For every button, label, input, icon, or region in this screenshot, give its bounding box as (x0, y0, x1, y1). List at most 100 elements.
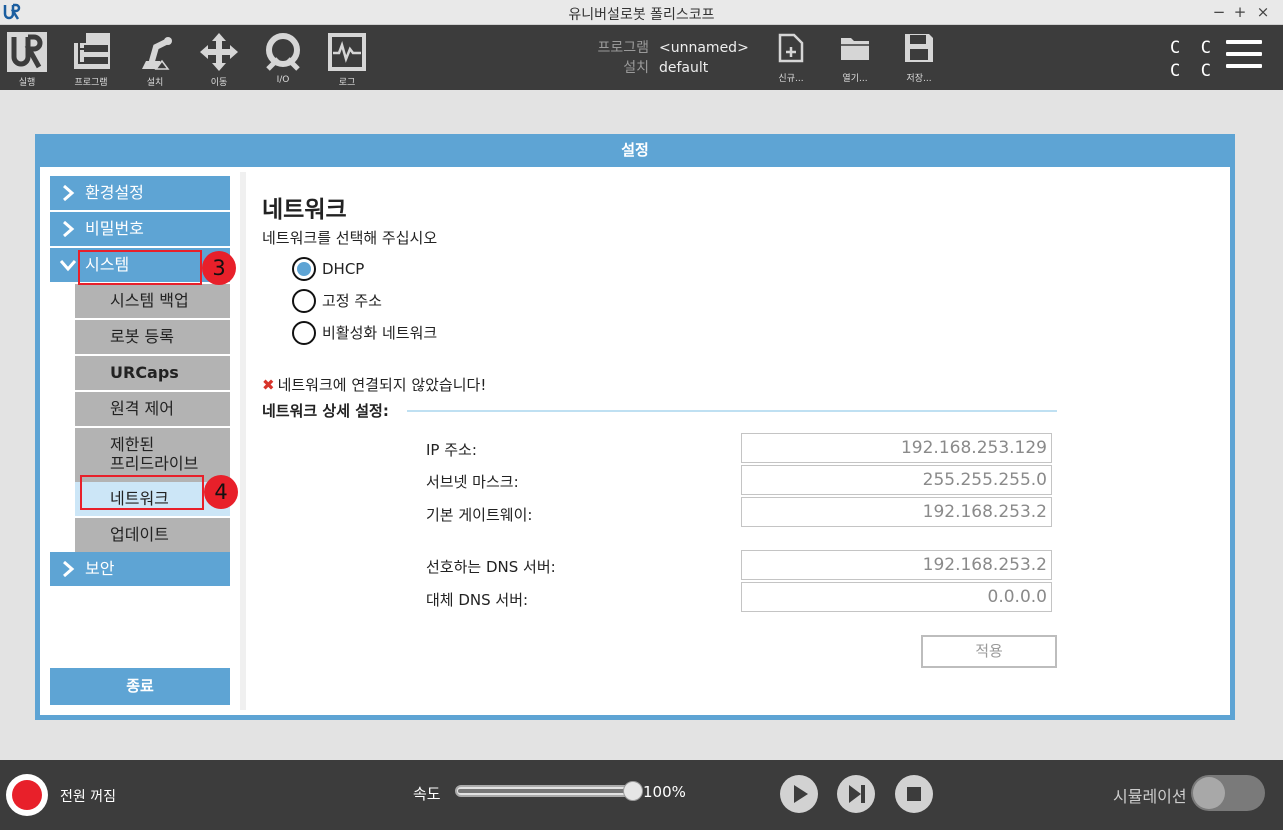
save-button-label: 저장... (906, 74, 932, 84)
annotation-box-network (80, 475, 204, 510)
sidebar-sub-remote-control[interactable]: 원격 제어 (75, 392, 230, 426)
network-panel: 네트워크 네트워크를 선택해 주십시오 DHCP 고정 주소 비활성화 네트워크… (240, 172, 1225, 710)
program-name: <unnamed> (659, 40, 749, 56)
program-tab-label: 프로그램 (74, 78, 108, 88)
gateway-field[interactable]: 192.168.253.2 (741, 497, 1052, 527)
close-button[interactable]: × (1253, 1, 1273, 23)
cc-indicator[interactable]: C CC C (1170, 37, 1214, 81)
alternate-dns-field[interactable]: 0.0.0.0 (741, 582, 1052, 612)
radio-label: 비활성화 네트워크 (322, 324, 438, 342)
sidebar-item-label: 보안 (85, 559, 115, 578)
speed-slider[interactable] (455, 785, 637, 797)
minimize-button[interactable]: − (1209, 1, 1229, 23)
log-tab[interactable]: 로그 (320, 31, 374, 89)
radio-label: 고정 주소 (322, 292, 382, 310)
power-button[interactable] (6, 774, 48, 816)
gateway-label: 기본 게이트웨이: (426, 506, 533, 524)
sidebar-item-password[interactable]: 비밀번호 (50, 212, 230, 246)
subnet-mask-field[interactable]: 255.255.255.0 (741, 465, 1052, 495)
stop-icon (907, 787, 921, 801)
speed-slider-fill (458, 789, 630, 793)
ur-logo-icon (7, 32, 47, 72)
run-tab[interactable]: 실행 (0, 31, 54, 89)
install-tab-label: 설치 (146, 78, 164, 88)
io-tab-label: I/O (276, 75, 290, 85)
play-button[interactable] (780, 775, 818, 813)
sidebar-item-preferences[interactable]: 환경설정 (50, 176, 230, 210)
maximize-button[interactable]: + (1230, 1, 1250, 23)
sidebar-sub-robot-registration[interactable]: 로봇 등록 (75, 320, 230, 354)
network-prompt: 네트워크를 선택해 주십시오 (262, 229, 438, 247)
step-forward-icon (849, 785, 865, 803)
annotation-badge-3: 3 (202, 251, 236, 285)
folder-icon (841, 38, 869, 60)
exit-button[interactable]: 종료 (50, 668, 230, 705)
preferred-dns-field[interactable]: 192.168.253.2 (741, 550, 1052, 580)
main-toolbar: 실행 프로그램 설치 이동 I/O 로그 프로그램 <unnamed> 설치 d… (0, 25, 1283, 90)
sidebar-item-label: 환경설정 (85, 183, 144, 202)
program-tab[interactable]: 프로그램 (64, 31, 118, 89)
program-key: 프로그램 (597, 40, 649, 56)
subnet-mask-label: 서브넷 마스크: (426, 473, 519, 491)
chevron-right-icon (63, 221, 75, 237)
robot-arm-icon (142, 37, 172, 70)
log-tab-label: 로그 (338, 78, 356, 88)
chevron-right-icon (63, 185, 75, 201)
sidebar-sub-update[interactable]: 업데이트 (75, 518, 230, 552)
alternate-dns-label: 대체 DNS 서버: (426, 591, 529, 609)
settings-dialog: 설정 환경설정 비밀번호 시스템 시스템 백업 로봇 등록 URCaps 원격 … (35, 134, 1235, 720)
section-divider (407, 410, 1057, 412)
install-key: 설치 (623, 60, 649, 76)
new-button-label: 신규... (778, 74, 804, 84)
install-tab[interactable]: 설치 (128, 31, 182, 89)
new-file-icon (778, 33, 804, 63)
move-tab[interactable]: 이동 (192, 31, 246, 89)
io-icon (266, 33, 300, 71)
sidebar-item-security[interactable]: 보안 (50, 552, 230, 586)
move-tab-label: 이동 (210, 78, 228, 88)
step-button[interactable] (837, 775, 875, 813)
speed-value: 100% (643, 783, 686, 801)
ip-address-field[interactable]: 192.168.253.129 (741, 433, 1052, 463)
network-status: ✖ 네트워크에 연결되지 않았습니다! (262, 374, 486, 395)
log-icon (328, 33, 366, 71)
sidebar-sub-constrained-freedrive[interactable]: 제한된 프리드라이브 (75, 428, 230, 482)
sidebar-sub-system-backup[interactable]: 시스템 백업 (75, 284, 230, 318)
details-title: 네트워크 상세 설정: (262, 402, 389, 420)
annotation-badge-4: 4 (204, 475, 238, 509)
radio-unchecked-icon (292, 321, 316, 345)
sidebar-sub-urcaps[interactable]: URCaps (75, 356, 230, 390)
radio-checked-icon (292, 257, 316, 281)
status-text: 네트워크에 연결되지 않았습니다! (277, 376, 487, 394)
chevron-right-icon (63, 561, 75, 577)
error-x-icon: ✖ (262, 376, 275, 394)
radio-unchecked-icon (292, 289, 316, 313)
ip-address-label: IP 주소: (426, 441, 477, 459)
hamburger-menu-icon[interactable] (1226, 40, 1262, 72)
io-tab[interactable]: I/O (256, 31, 310, 89)
save-icon (905, 34, 933, 62)
page-title: 네트워크 (262, 197, 347, 223)
chevron-down-icon (59, 260, 77, 272)
apply-button[interactable]: 적용 (921, 635, 1057, 668)
dialog-body: 환경설정 비밀번호 시스템 시스템 백업 로봇 등록 URCaps 원격 제어 … (40, 167, 1230, 715)
radio-label: DHCP (322, 260, 365, 278)
play-icon (794, 785, 808, 803)
window-title: 유니버설로봇 폴리스코프 (568, 7, 715, 23)
open-button[interactable]: 열기... (830, 33, 880, 84)
open-button-label: 열기... (842, 74, 868, 84)
speed-label: 속도 (413, 785, 441, 803)
stop-button[interactable] (895, 775, 933, 813)
speed-slider-handle[interactable] (623, 781, 643, 801)
new-button[interactable]: 신규... (766, 33, 816, 84)
move-arrows-icon (200, 33, 238, 71)
dialog-title: 설정 (621, 141, 649, 159)
sidebar-item-label: 비밀번호 (85, 219, 144, 238)
program-info: 프로그램 <unnamed> 설치 default (585, 37, 749, 77)
preferred-dns-label: 선호하는 DNS 서버: (426, 558, 556, 576)
program-icon (74, 33, 110, 69)
save-button[interactable]: 저장... (894, 33, 944, 84)
simulation-toggle[interactable] (1191, 775, 1265, 811)
install-name: default (659, 60, 709, 76)
power-status-label: 전원 꺼짐 (60, 789, 116, 805)
